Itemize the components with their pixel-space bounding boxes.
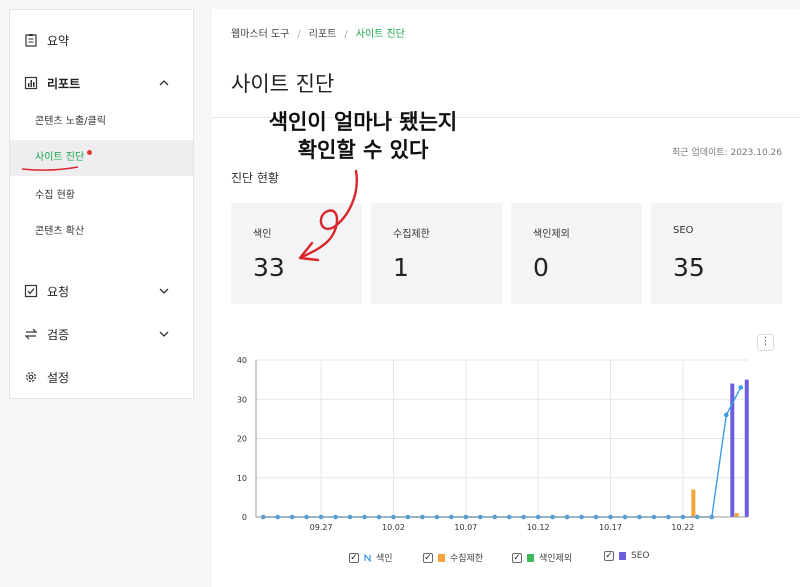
x-tick-label: 10.12 (527, 523, 550, 532)
legend-label: 색인 (376, 554, 393, 564)
bar-limit (734, 513, 739, 517)
annotation-line: 색인이 얼마나 됐는지 (268, 110, 458, 134)
x-tick-label: 10.17 (599, 523, 622, 532)
legend-checkbox[interactable]: ✓ (512, 552, 522, 563)
x-tick-label: 10.22 (671, 523, 694, 532)
y-tick-label: 20 (237, 435, 247, 444)
legend-label: 색인제외 (539, 554, 573, 564)
bar-swatch-icon (527, 553, 534, 562)
diagnosis-chart: 0 10 20 30 40 09.27 10.02 10.07 10.12 10.17 10.22 (237, 356, 749, 532)
annotation-text: 색인이 얼마나 됐는지 확인할 수 있다 (228, 108, 498, 164)
legend-item-limit[interactable]: ✓ 수집제한 (423, 551, 483, 564)
bar-swatch-icon (619, 552, 626, 560)
legend-checkbox[interactable]: ✓ (423, 552, 433, 563)
legend-item-seo[interactable]: ✓ SEO (604, 551, 649, 561)
line-swatch-icon (364, 553, 371, 562)
legend-checkbox[interactable]: ✓ (604, 551, 614, 561)
legend-label: 수집제한 (450, 554, 484, 564)
legend-item-excluded[interactable]: ✓ 색인제외 (512, 551, 572, 564)
y-tick-label: 10 (237, 474, 247, 483)
legend-item-index[interactable]: ✓ 색인 (349, 551, 393, 564)
x-tick-label: 10.02 (382, 523, 405, 532)
legend-label: SEO (631, 551, 650, 561)
bar-swatch-icon (438, 553, 445, 562)
line-index (263, 387, 742, 518)
legend-checkbox[interactable]: ✓ (349, 552, 359, 563)
y-tick-label: 0 (242, 513, 247, 522)
annotation-arrow (298, 169, 358, 262)
x-tick-label: 09.27 (310, 523, 333, 532)
annotation-line: 확인할 수 있다 (297, 138, 429, 162)
bar-limit (691, 489, 696, 517)
y-tick-label: 30 (237, 395, 247, 404)
y-tick-label: 40 (237, 356, 247, 365)
point-index (738, 385, 744, 390)
bar-seo (744, 379, 749, 517)
point-index (723, 412, 729, 418)
x-tick-label: 10.07 (454, 523, 477, 532)
